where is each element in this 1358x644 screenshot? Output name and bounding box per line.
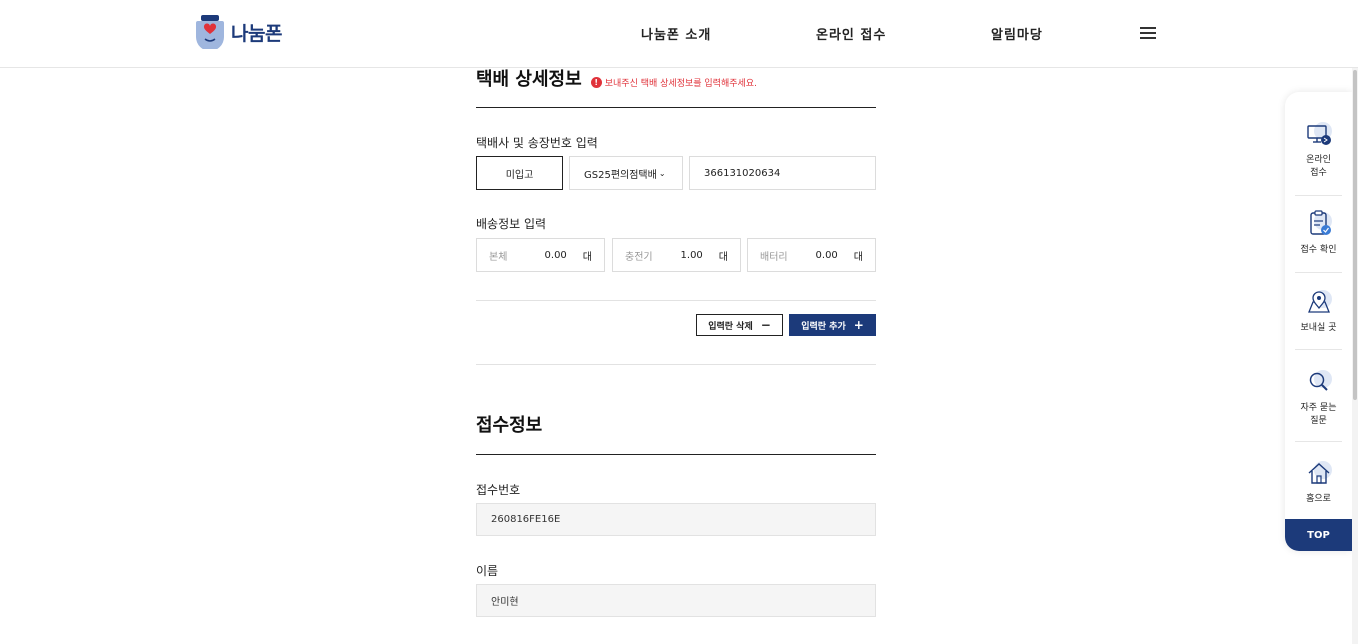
divider xyxy=(476,107,876,108)
tracking-input[interactable]: 366131020634 xyxy=(689,156,876,190)
clipboard-check-icon xyxy=(1309,210,1332,235)
quick-faq[interactable]: 자주 묻는 질문 xyxy=(1285,368,1352,426)
delivery-title: 택배 상세정보 xyxy=(476,69,582,90)
add-row-label: 입력란 추가 xyxy=(801,321,846,332)
divider xyxy=(1295,272,1342,273)
field-unit: 대 xyxy=(718,251,728,263)
computer-icon xyxy=(1306,122,1332,145)
quick-label: 접수 확인 xyxy=(1300,245,1337,255)
add-row-button[interactable]: 입력란 추가 + xyxy=(789,314,876,336)
shipping-label: 배송정보 입력 xyxy=(476,217,547,231)
receipt-title: 접수정보 xyxy=(476,415,543,436)
quick-send-address[interactable]: 보내실 곳 xyxy=(1285,288,1352,333)
field-name: 충전기 xyxy=(625,251,653,263)
remove-row-label: 입력란 삭제 xyxy=(708,321,753,332)
qty-charger-field[interactable]: 충전기 1.00 대 xyxy=(612,238,741,272)
receipt-number-field: 260816FE16E xyxy=(476,503,876,536)
nav-notice[interactable]: 알림마당 xyxy=(991,24,1043,43)
logo-icon xyxy=(196,15,224,49)
quick-home[interactable]: 홈으로 xyxy=(1285,459,1352,504)
qty-battery-field[interactable]: 배터리 0.00 대 xyxy=(747,238,876,272)
plus-icon: + xyxy=(853,318,864,332)
nav-about[interactable]: 나눔폰 소개 xyxy=(641,24,711,43)
divider xyxy=(476,454,876,455)
logo-text: 나눔폰 xyxy=(231,22,282,45)
field-name: 본체 xyxy=(489,251,508,263)
alert-icon: ! xyxy=(590,77,602,88)
divider xyxy=(1295,441,1342,442)
logo[interactable]: 나눔폰 xyxy=(195,15,282,49)
quick-check-receipt[interactable]: 접수 확인 xyxy=(1285,210,1352,255)
quick-label: 자주 묻는 질문 xyxy=(1300,403,1337,426)
name-label: 이름 xyxy=(476,564,499,578)
quick-label: 온라인 접수 xyxy=(1306,155,1331,178)
qty-body-field[interactable]: 본체 0.00 대 xyxy=(476,238,605,272)
nav-online-apply[interactable]: 온라인 접수 xyxy=(816,24,886,43)
site-header: 나눔폰 나눔폰 소개 온라인 접수 알림마당 xyxy=(0,0,1358,68)
receipt-number-label: 접수번호 xyxy=(476,483,521,497)
chevron-down-icon: ⌄ xyxy=(658,168,666,178)
home-icon xyxy=(1308,461,1332,484)
divider xyxy=(476,364,876,365)
quick-label: 보내실 곳 xyxy=(1300,323,1337,333)
field-value: 1.00 xyxy=(680,249,703,261)
delivery-header: 택배 상세정보 ! 보내주신 택배 상세정보를 입력해주세요. xyxy=(476,65,757,91)
remove-row-button[interactable]: 입력란 삭제 − xyxy=(696,314,783,336)
field-unit: 대 xyxy=(582,251,592,263)
magnifier-icon xyxy=(1309,370,1332,391)
field-name: 배터리 xyxy=(760,251,788,263)
courier-label: 택배사 및 송장번호 입력 xyxy=(476,136,598,150)
minus-icon: − xyxy=(760,318,771,332)
divider xyxy=(1295,349,1342,350)
courier-select-value: GS25편의점택배 xyxy=(584,169,657,181)
name-field: 안미현 xyxy=(476,584,876,617)
scrollbar-thumb[interactable] xyxy=(1353,70,1357,400)
warning-text: 보내주신 택배 상세정보를 입력해주세요. xyxy=(604,79,757,89)
divider xyxy=(476,300,876,301)
scroll-top-button[interactable]: TOP xyxy=(1285,519,1352,551)
quick-label: 홈으로 xyxy=(1306,494,1331,504)
status-button[interactable]: 미입고 xyxy=(476,156,563,190)
quick-online-apply[interactable]: 온라인 접수 xyxy=(1285,120,1352,178)
field-unit: 대 xyxy=(853,251,863,263)
field-value: 0.00 xyxy=(815,249,838,261)
courier-select[interactable]: GS25편의점택배 ⌄ xyxy=(569,156,683,190)
divider xyxy=(1295,195,1342,196)
delivery-warning: ! 보내주신 택배 상세정보를 입력해주세요. xyxy=(590,76,757,89)
field-value: 0.00 xyxy=(544,249,567,261)
menu-icon[interactable] xyxy=(1140,27,1156,39)
map-pin-icon xyxy=(1307,290,1332,313)
quick-menu: 온라인 접수 접수 확인 보내실 곳 자주 묻는 질문 홈으로 TOP xyxy=(1285,92,1352,551)
